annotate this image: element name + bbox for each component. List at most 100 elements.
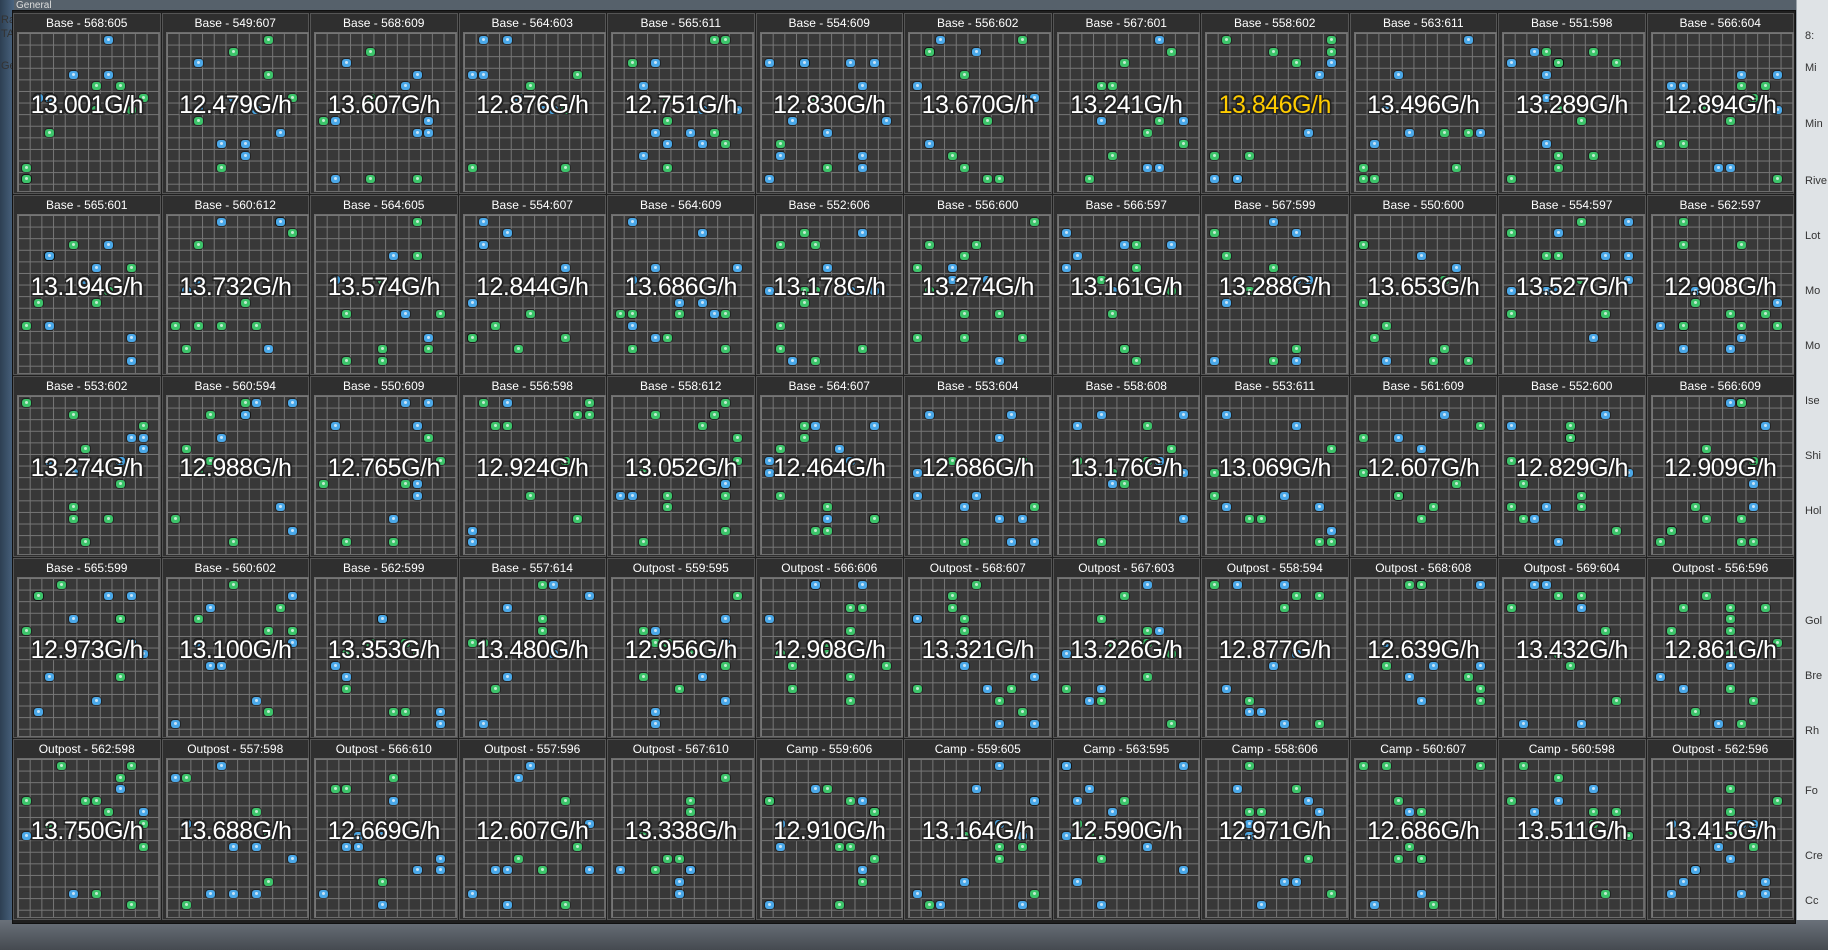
base-cell[interactable]: Camp - 560:607 12.686G/h xyxy=(1349,739,1497,920)
base-cell[interactable]: Base - 553:611 13.069G/h xyxy=(1201,376,1349,557)
base-cell[interactable]: Outpost - 559:595 12.956G/h xyxy=(607,557,755,738)
base-cell[interactable]: Camp - 560:598 13.511G/h xyxy=(1498,739,1646,920)
base-cell[interactable]: Outpost - 562:596 13.415G/h xyxy=(1646,739,1794,920)
tiberium-node-icon xyxy=(1210,491,1219,500)
base-cell[interactable]: Outpost - 566:610 12.669G/h xyxy=(310,739,458,920)
base-cell[interactable]: Base - 567:599 13.288G/h xyxy=(1201,194,1349,375)
base-cell[interactable]: Outpost - 567:603 13.226G/h xyxy=(1052,557,1200,738)
base-cell[interactable]: Outpost - 556:596 12.861G/h xyxy=(1646,557,1794,738)
base-cell[interactable]: Base - 558:608 13.176G/h xyxy=(1052,376,1200,557)
base-cell[interactable]: Outpost - 567:610 13.338G/h xyxy=(607,739,755,920)
right-panel-item[interactable]: Shi xyxy=(1805,450,1821,462)
crystal-node-icon xyxy=(1678,684,1688,693)
right-panel-item[interactable]: Mo xyxy=(1805,285,1820,297)
right-panel-item[interactable]: Rive xyxy=(1805,175,1827,187)
base-cell[interactable]: Base - 552:606 13.178G/h xyxy=(755,194,903,375)
base-cell[interactable]: Base - 556:598 12.924G/h xyxy=(458,376,606,557)
base-cell[interactable]: Outpost - 566:606 12.908G/h xyxy=(755,557,903,738)
base-cell[interactable]: Base - 563:611 13.496G/h xyxy=(1349,13,1497,194)
base-cell[interactable]: Camp - 563:595 12.590G/h xyxy=(1052,739,1200,920)
base-cell[interactable]: Base - 551:598 13.289G/h xyxy=(1498,13,1646,194)
base-cell[interactable]: Base - 550:609 12.765G/h xyxy=(310,376,458,557)
base-cell[interactable]: Base - 557:614 13.480G/h xyxy=(458,557,606,738)
base-cell[interactable]: Base - 565:599 12.973G/h xyxy=(13,557,161,738)
crystal-node-icon xyxy=(68,615,78,624)
base-cell[interactable]: Base - 556:600 13.274G/h xyxy=(904,194,1052,375)
production-rate: 13.670G/h xyxy=(921,91,1035,119)
base-cell[interactable]: Base - 552:600 12.829G/h xyxy=(1498,376,1646,557)
base-cell[interactable]: Outpost - 562:598 13.750G/h xyxy=(13,739,161,920)
right-panel-item[interactable]: Bre xyxy=(1805,670,1822,682)
right-panel-item[interactable]: Min xyxy=(1805,118,1823,130)
crystal-node-icon xyxy=(1553,229,1563,238)
base-cell[interactable]: Base - 556:602 13.670G/h xyxy=(904,13,1052,194)
base-cell[interactable]: Base - 566:597 13.161G/h xyxy=(1052,194,1200,375)
base-cell[interactable]: Base - 553:602 13.274G/h xyxy=(13,376,161,557)
base-cell[interactable]: Base - 565:601 13.194G/h xyxy=(13,194,161,375)
base-cell[interactable]: Base - 553:604 12.686G/h xyxy=(904,376,1052,557)
right-panel-item[interactable]: Cc xyxy=(1805,895,1818,907)
crystal-node-icon xyxy=(275,217,285,226)
crystal-node-icon xyxy=(240,140,250,149)
base-cell[interactable]: Camp - 559:605 13.164G/h xyxy=(904,739,1052,920)
base-cell[interactable]: Base - 567:601 13.241G/h xyxy=(1052,13,1200,194)
base-cell[interactable]: Base - 568:605 13.001G/h xyxy=(13,13,161,194)
tiberium-node-icon xyxy=(502,422,512,431)
base-cell[interactable]: Base - 550:600 13.653G/h xyxy=(1349,194,1497,375)
base-cell[interactable]: Base - 564:603 12.876G/h xyxy=(458,13,606,194)
tiberium-node-icon xyxy=(1553,773,1563,782)
tiberium-node-icon xyxy=(514,854,524,863)
right-panel-item[interactable]: Fo xyxy=(1805,785,1818,797)
base-cell[interactable]: Base - 558:612 13.052G/h xyxy=(607,376,755,557)
base-cell[interactable]: Outpost - 557:598 13.688G/h xyxy=(161,739,309,920)
base-cell[interactable]: Outpost - 569:604 13.432G/h xyxy=(1498,557,1646,738)
tiberium-node-icon xyxy=(846,796,856,805)
base-cell[interactable]: Outpost - 558:594 12.877G/h xyxy=(1201,557,1349,738)
base-cell[interactable]: Base - 564:607 12.464G/h xyxy=(755,376,903,557)
right-panel-item[interactable]: Gol xyxy=(1805,615,1822,627)
base-cell[interactable]: Base - 562:599 13.353G/h xyxy=(310,557,458,738)
base-cell[interactable]: Base - 566:609 12.909G/h xyxy=(1646,376,1794,557)
production-rate: 13.321G/h xyxy=(921,635,1035,664)
base-cell[interactable]: Base - 554:597 13.527G/h xyxy=(1498,194,1646,375)
tiberium-node-icon xyxy=(115,615,125,624)
crystal-node-icon xyxy=(467,526,477,535)
tiberium-node-icon xyxy=(1678,140,1688,149)
right-panel-item[interactable]: Mo xyxy=(1805,340,1820,352)
base-cell[interactable]: Outpost - 568:607 13.321G/h xyxy=(904,557,1052,738)
base-cell[interactable]: Camp - 558:606 12.971G/h xyxy=(1201,739,1349,920)
right-panel-item[interactable]: Rh xyxy=(1805,725,1819,737)
base-cell[interactable]: Base - 566:604 12.894G/h xyxy=(1646,13,1794,194)
tiberium-node-icon xyxy=(721,526,731,535)
base-cell[interactable]: Base - 561:609 12.607G/h xyxy=(1349,376,1497,557)
base-cell[interactable]: Base - 560:602 13.100G/h xyxy=(161,557,309,738)
right-panel-item[interactable]: Ise xyxy=(1805,395,1820,407)
right-panel-item[interactable]: Lot xyxy=(1805,230,1820,242)
tiberium-node-icon xyxy=(1518,762,1528,770)
base-cell[interactable]: Base - 562:597 12.908G/h xyxy=(1646,194,1794,375)
base-cell[interactable]: Base - 565:611 12.751G/h xyxy=(607,13,755,194)
right-panel-item[interactable]: Cre xyxy=(1805,850,1823,862)
tiberium-node-icon xyxy=(1303,854,1313,863)
right-panel-item[interactable]: Mi xyxy=(1805,62,1817,74)
base-cell[interactable]: Camp - 559:606 12.910G/h xyxy=(755,739,903,920)
crystal-node-icon xyxy=(264,345,274,354)
base-cell[interactable]: Base - 549:607 12.479G/h xyxy=(161,13,309,194)
base-cell[interactable]: Base - 554:609 12.830G/h xyxy=(755,13,903,194)
base-cell[interactable]: Base - 568:609 13.607G/h xyxy=(310,13,458,194)
base-cell[interactable]: Outpost - 568:608 12.639G/h xyxy=(1349,557,1497,738)
base-cell[interactable]: Outpost - 557:596 12.607G/h xyxy=(458,739,606,920)
crystal-node-icon xyxy=(858,163,868,172)
tiberium-node-icon xyxy=(1143,673,1153,682)
base-cell[interactable]: Base - 554:607 12.844G/h xyxy=(458,194,606,375)
crystal-node-icon xyxy=(811,580,821,589)
crystal-node-icon xyxy=(287,399,297,407)
tiberium-node-icon xyxy=(1463,673,1473,682)
right-panel-item[interactable]: Hol xyxy=(1805,505,1822,517)
base-cell[interactable]: Base - 564:609 13.686G/h xyxy=(607,194,755,375)
base-cell[interactable]: Base - 558:602 13.846G/h xyxy=(1201,13,1349,194)
tiberium-node-icon xyxy=(22,796,31,805)
base-cell[interactable]: Base - 560:594 12.988G/h xyxy=(161,376,309,557)
base-cell[interactable]: Base - 560:612 13.732G/h xyxy=(161,194,309,375)
base-cell[interactable]: Base - 564:605 13.574G/h xyxy=(310,194,458,375)
